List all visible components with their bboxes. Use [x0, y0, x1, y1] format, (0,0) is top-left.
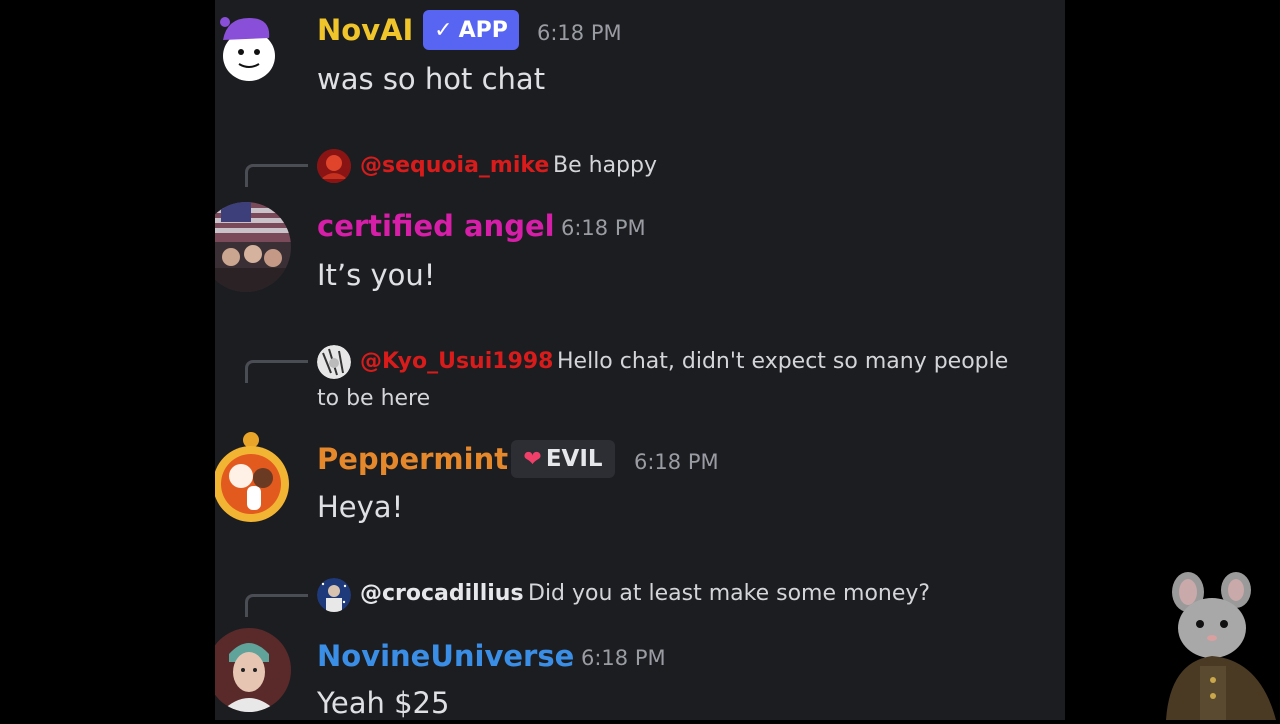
message-novineuniverse: @crocadillius Did you at least make some… — [215, 570, 1065, 720]
app-badge: ✓ APP — [423, 10, 519, 50]
chat-message-list: NovAI ✓ APP 6:18 PM was so hot chat @seq… — [215, 0, 1065, 720]
message-text: Yeah $25 — [317, 686, 450, 720]
timestamp: 6:18 PM — [537, 21, 622, 45]
username-novai[interactable]: NovAI — [317, 16, 413, 45]
evil-role-badge[interactable]: ❤ EVIL — [511, 440, 615, 478]
username-peppermint[interactable]: Peppermint — [317, 445, 508, 474]
message-certified-angel: @sequoia_mike Be happy certified angel 6… — [215, 140, 1065, 310]
username-novineuniverse[interactable]: NovineUniverse — [317, 642, 574, 671]
reply-preview-text[interactable]: Be happy — [553, 155, 657, 177]
message-text: It’s you! — [317, 258, 436, 292]
certified-angel-avatar[interactable] — [215, 202, 291, 292]
reply-preview-text[interactable]: Hello chat, didn't expect so many people… — [317, 343, 1037, 417]
message-peppermint: @Kyo_Usui1998 Hello chat, didn't expect … — [215, 336, 1065, 536]
app-badge-label: APP — [458, 17, 508, 43]
chinchilla-overlay-image — [1160, 570, 1280, 720]
reply-avatar-sequoia-mike[interactable] — [317, 149, 351, 183]
username-certified-angel[interactable]: certified angel — [317, 212, 555, 241]
message-novai: NovAI ✓ APP 6:18 PM was so hot chat — [215, 0, 1065, 110]
reply-connector — [245, 164, 308, 187]
reply-connector — [245, 594, 308, 617]
timestamp: 6:18 PM — [581, 646, 666, 670]
heart-icon: ❤ — [523, 446, 542, 472]
novai-avatar[interactable] — [219, 14, 279, 84]
message-text: was so hot chat — [317, 62, 546, 96]
novineuniverse-avatar[interactable] — [215, 628, 291, 712]
reply-avatar-crocadillius[interactable] — [317, 578, 351, 612]
timestamp: 6:18 PM — [634, 450, 719, 474]
reply-username[interactable]: @crocadillius — [360, 583, 524, 605]
reply-preview-text[interactable]: Did you at least make some money? — [528, 583, 930, 605]
reply-username[interactable]: @sequoia_mike — [360, 155, 549, 177]
message-text: Heya! — [317, 490, 404, 524]
evil-badge-label: EVIL — [545, 446, 603, 472]
timestamp: 6:18 PM — [561, 216, 646, 240]
reply-connector — [245, 360, 308, 383]
peppermint-avatar[interactable] — [215, 428, 291, 528]
checkmark-icon: ✓ — [434, 17, 453, 43]
